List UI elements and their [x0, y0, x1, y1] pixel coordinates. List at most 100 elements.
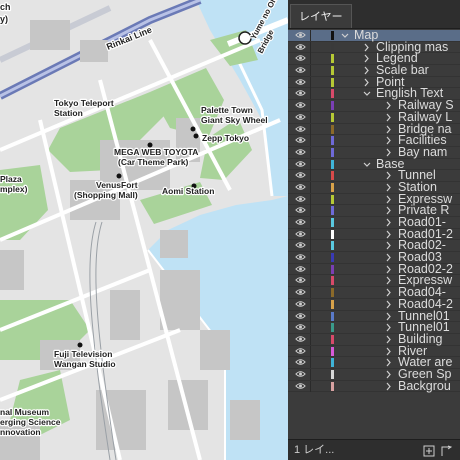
chevron-right-icon[interactable] — [384, 287, 394, 298]
export-icon[interactable] — [441, 445, 453, 456]
chevron-right-icon[interactable] — [384, 264, 394, 275]
map-canvas[interactable]: ch y) Rinkai Line Yume no Ohashi Bridge … — [0, 0, 288, 460]
tab-layers[interactable]: レイヤー — [290, 4, 352, 28]
chevron-right-icon[interactable] — [384, 182, 394, 193]
lock-column[interactable] — [310, 158, 311, 170]
chevron-right-icon[interactable] — [384, 205, 394, 216]
chevron-right-icon[interactable] — [384, 252, 394, 263]
chevron-right-icon[interactable] — [384, 369, 394, 380]
eye-icon[interactable] — [295, 125, 306, 133]
layer-row[interactable]: Bay nam — [288, 146, 460, 159]
chevron-right-icon[interactable] — [384, 240, 394, 251]
chevron-right-icon[interactable] — [362, 42, 372, 53]
eye-icon[interactable] — [295, 288, 306, 296]
eye-icon[interactable] — [295, 113, 306, 121]
eye-icon[interactable] — [295, 230, 306, 238]
eye-icon[interactable] — [295, 312, 306, 320]
lock-column[interactable] — [310, 65, 311, 77]
lock-column[interactable] — [310, 146, 311, 158]
lock-column[interactable] — [310, 263, 311, 275]
chevron-right-icon[interactable] — [384, 170, 394, 181]
layer-row[interactable]: Scale bar — [288, 64, 460, 77]
new-layer-icon[interactable] — [423, 445, 435, 457]
lock-column[interactable] — [310, 123, 311, 135]
lock-column[interactable] — [310, 217, 311, 228]
chevron-right-icon[interactable] — [384, 229, 394, 240]
chevron-right-icon[interactable] — [362, 77, 372, 88]
eye-icon[interactable] — [295, 136, 306, 144]
chevron-right-icon[interactable] — [384, 346, 394, 357]
eye-icon[interactable] — [295, 218, 306, 226]
lock-column[interactable] — [310, 53, 311, 65]
chevron-right-icon[interactable] — [362, 65, 372, 76]
eye-icon[interactable] — [295, 54, 306, 62]
lock-column[interactable] — [310, 135, 311, 147]
eye-icon[interactable] — [295, 148, 306, 156]
lock-column[interactable] — [310, 310, 311, 322]
eye-icon[interactable] — [295, 253, 306, 261]
lock-column[interactable] — [310, 76, 311, 88]
eye-icon[interactable] — [295, 101, 306, 109]
eye-icon[interactable] — [295, 241, 306, 249]
eye-icon[interactable] — [295, 31, 306, 39]
chevron-right-icon[interactable] — [384, 100, 394, 111]
layer-row[interactable]: Clipping mas — [288, 41, 460, 54]
eye-icon[interactable] — [295, 276, 306, 284]
chevron-right-icon[interactable] — [384, 381, 394, 392]
lock-column[interactable] — [310, 193, 311, 205]
lock-column[interactable] — [310, 240, 311, 252]
eye-icon[interactable] — [295, 43, 306, 51]
eye-icon[interactable] — [295, 66, 306, 74]
eye-icon[interactable] — [295, 335, 306, 343]
chevron-right-icon[interactable] — [384, 124, 394, 135]
lock-column[interactable] — [310, 252, 311, 264]
chevron-right-icon[interactable] — [384, 217, 394, 228]
eye-icon[interactable] — [295, 171, 306, 179]
lock-column[interactable] — [310, 41, 311, 53]
lock-column[interactable] — [310, 205, 311, 217]
chevron-down-icon[interactable] — [362, 159, 372, 170]
lock-column[interactable] — [310, 287, 311, 299]
eye-icon[interactable] — [295, 382, 306, 390]
chevron-right-icon[interactable] — [384, 357, 394, 368]
layer-row[interactable]: Legend — [288, 52, 460, 66]
chevron-right-icon[interactable] — [384, 311, 394, 322]
eye-icon[interactable] — [295, 206, 306, 214]
lock-column[interactable] — [310, 380, 311, 392]
eye-icon[interactable] — [295, 195, 306, 203]
eye-icon[interactable] — [295, 323, 306, 331]
chevron-right-icon[interactable] — [384, 135, 394, 146]
chevron-right-icon[interactable] — [384, 334, 394, 345]
chevron-right-icon[interactable] — [384, 194, 394, 205]
layer-row[interactable]: Backgrou — [288, 380, 460, 393]
eye-icon[interactable] — [295, 300, 306, 308]
lock-column[interactable] — [310, 322, 311, 334]
lock-column[interactable] — [310, 228, 311, 240]
chevron-down-icon[interactable] — [340, 30, 350, 41]
chevron-right-icon[interactable] — [384, 322, 394, 333]
eye-icon[interactable] — [295, 89, 306, 97]
eye-icon[interactable] — [295, 183, 306, 191]
eye-icon[interactable] — [295, 370, 306, 378]
lock-column[interactable] — [310, 170, 311, 182]
chevron-right-icon[interactable] — [384, 275, 394, 286]
lock-column[interactable] — [310, 333, 311, 345]
chevron-down-icon[interactable] — [362, 88, 372, 99]
lock-column[interactable] — [310, 345, 311, 357]
eye-icon[interactable] — [295, 347, 306, 355]
chevron-right-icon[interactable] — [384, 299, 394, 310]
layer-row[interactable]: Building — [288, 333, 460, 346]
lock-column[interactable] — [310, 111, 311, 123]
lock-column[interactable] — [310, 368, 311, 380]
eye-icon[interactable] — [295, 358, 306, 366]
eye-icon[interactable] — [295, 78, 306, 86]
chevron-right-icon[interactable] — [384, 112, 394, 123]
lock-column[interactable] — [310, 181, 311, 193]
lock-column[interactable] — [310, 275, 311, 287]
lock-column[interactable] — [310, 357, 311, 369]
lock-column[interactable] — [310, 30, 311, 41]
eye-icon[interactable] — [295, 160, 306, 168]
lock-column[interactable] — [310, 298, 311, 310]
lock-column[interactable] — [310, 100, 311, 112]
chevron-right-icon[interactable] — [362, 53, 372, 64]
